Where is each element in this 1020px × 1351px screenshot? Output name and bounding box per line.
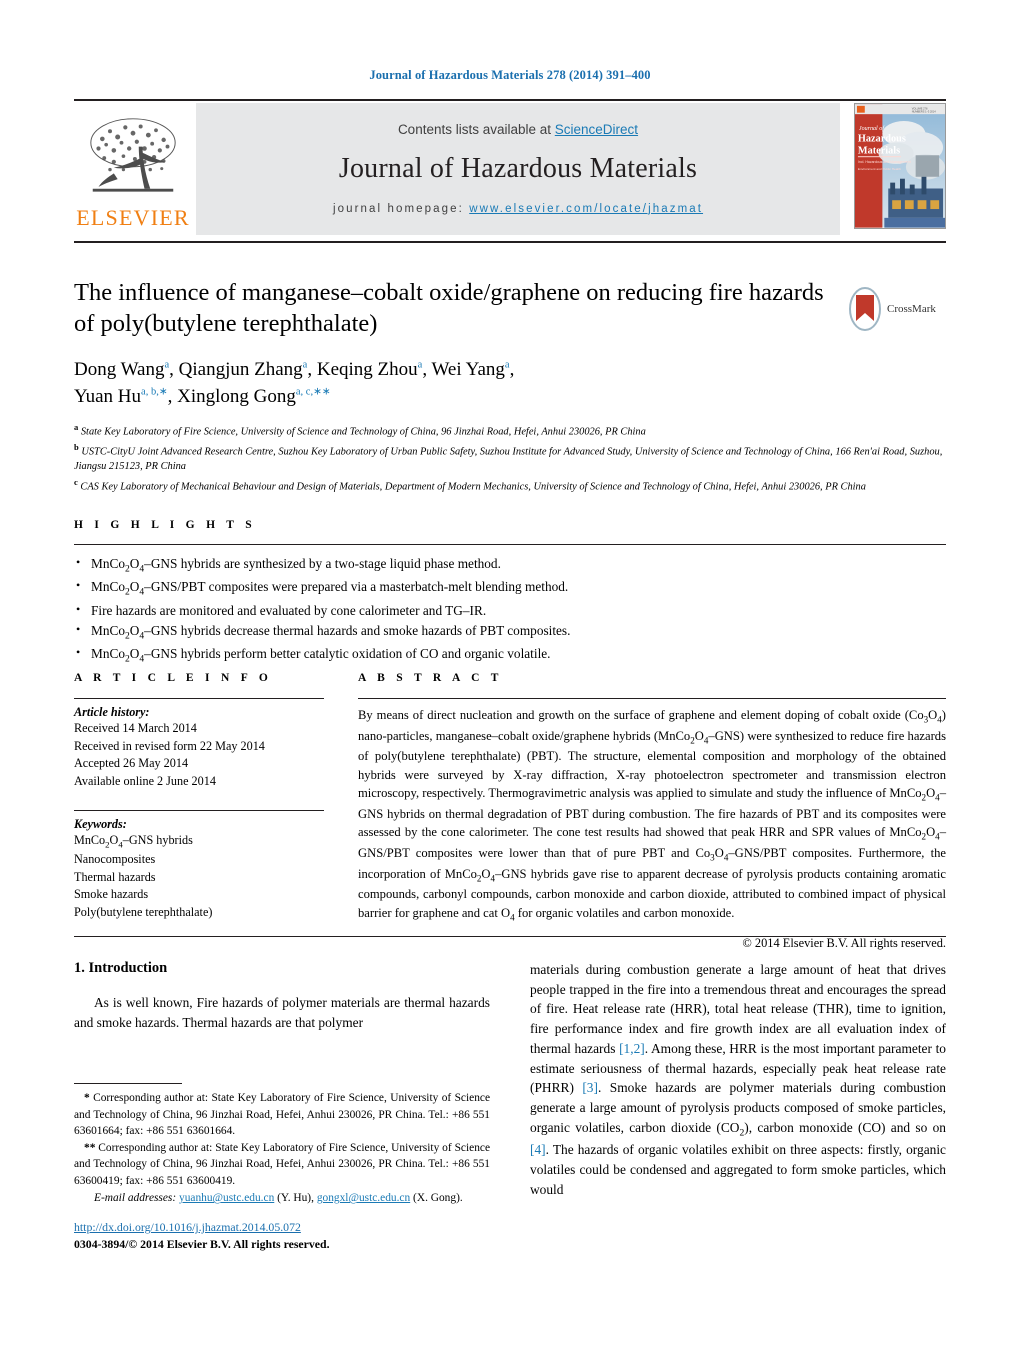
svg-text:NUMBERS 1–3 2014: NUMBERS 1–3 2014 [912, 111, 937, 114]
body-column-right: materials during combustion generate a l… [530, 960, 946, 1200]
footnote-rule [74, 1083, 182, 1084]
email-owner-gong: (X. Gong). [413, 1192, 463, 1205]
crossmark-icon [849, 287, 881, 331]
issn-copyright-line: 0304-3894/© 2014 Elsevier B.V. All right… [74, 1237, 330, 1251]
running-head: Journal of Hazardous Materials 278 (2014… [369, 68, 651, 82]
masthead-bottom-rule [74, 241, 946, 243]
keyword-item: Smoke hazards [74, 887, 149, 902]
email-link-hu[interactable]: yuanhu@ustc.edu.cn [179, 1192, 274, 1204]
affiliation-a-text: State Key Laboratory of Fire Science, Un… [80, 426, 646, 438]
svg-text:Environment and Public Health: Environment and Public Health [858, 167, 901, 171]
highlight-item: Fire hazards are monitored and evaluated… [74, 600, 946, 621]
doi-link[interactable]: http://dx.doi.org/10.1016/j.jhazmat.2014… [74, 1220, 301, 1234]
highlight-item: MnCo2O4–GNS hybrids decrease thermal haz… [74, 620, 946, 644]
journal-masthead: ELSEVIER Contents lists available at Sci… [74, 99, 946, 235]
title-block: The influence of manganese–cobalt oxide/… [74, 278, 946, 496]
elsevier-wordmark: ELSEVIER [76, 205, 190, 230]
affiliation-a: a State Key Laboratory of Fire Science, … [74, 421, 946, 440]
keyword-item: Thermal hazards [74, 869, 156, 884]
footnote-block: * Corresponding author at: State Key Lab… [74, 1083, 490, 1207]
keyword-item: Poly(butylene terephthalate) [74, 904, 213, 919]
crossmark-badge[interactable]: CrossMark [848, 283, 948, 335]
keyword-item: Nanocomposites [74, 851, 156, 866]
email-owner-hu: (Y. Hu), [277, 1192, 314, 1205]
keywords-rule [74, 809, 324, 811]
svg-text:Incl. Hazardous and Management: Incl. Hazardous and Management [858, 160, 911, 164]
affiliation-c-text: CAS Key Laboratory of Mechanical Behavio… [80, 481, 866, 493]
highlight-item: MnCo2O4–GNS/PBT composites were prepared… [74, 576, 946, 600]
svg-text:Hazardous: Hazardous [858, 134, 906, 145]
history-revised: Received in revised form 22 May 2014 [74, 738, 265, 753]
masthead-center: Contents lists available at ScienceDirec… [196, 103, 840, 235]
footnote-email-line: E-mail addresses: yuanhu@ustc.edu.cn (Y.… [74, 1190, 490, 1207]
history-accepted: Accepted 26 May 2014 [74, 756, 189, 771]
homepage-prefix: journal homepage: [332, 202, 470, 215]
affiliation-list: a State Key Laboratory of Fire Science, … [74, 421, 946, 495]
abstract-heading: A B S T R A C T [358, 672, 503, 684]
highlights-section: H I G H L I G H T S MnCo2O4–GNS hybrids … [74, 519, 946, 668]
highlight-item: MnCo2O4–GNS hybrids are synthesized by a… [74, 553, 946, 577]
abstract-section: A B S T R A C T By means of direct nucle… [358, 672, 946, 951]
section-divider-rule [74, 936, 946, 937]
abstract-body: By means of direct nucleation and growth… [358, 708, 946, 923]
affiliation-c-label: c [74, 476, 78, 487]
svg-text:Journal of: Journal of [859, 125, 885, 132]
highlight-item: MnCo2O4–GNS hybrids perform better catal… [74, 643, 946, 667]
svg-text:Materials: Materials [858, 145, 900, 156]
email-addresses-label: E-mail addresses: [94, 1192, 177, 1205]
footnote-corresponding-author-2: ** Corresponding author at: State Key La… [74, 1141, 490, 1187]
copyright-line: © 2014 Elsevier B.V. All rights reserved… [742, 936, 946, 951]
article-info-heading: A R T I C L E I N F O [74, 672, 273, 684]
article-history-label: Article history: [74, 705, 150, 719]
journal-homepage-link[interactable]: www.elsevier.com/locate/jhazmat [469, 203, 703, 215]
author-list: Dong Wanga, Qiangjun Zhanga, Keqing Zhou… [74, 358, 515, 407]
affiliation-b: b USTC-CityU Joint Advanced Research Cen… [74, 441, 946, 475]
journal-homepage-line: journal homepage: www.elsevier.com/locat… [333, 203, 703, 215]
affiliation-b-text: USTC-CityU Joint Advanced Research Centr… [74, 446, 943, 473]
introduction-paragraph-left: As is well known, Fire hazards of polyme… [74, 995, 490, 1030]
paper-page: Journal of Hazardous Materials 278 (2014… [0, 0, 1020, 1351]
affiliation-b-label: b [74, 441, 79, 452]
highlights-list: MnCo2O4–GNS hybrids are synthesized by a… [74, 545, 946, 668]
keywords-label: Keywords: [74, 816, 127, 831]
contents-available-line: Contents lists available at ScienceDirec… [398, 122, 638, 137]
contents-prefix: Contents lists available at [397, 121, 555, 137]
elsevier-logo: ELSEVIER [74, 103, 192, 235]
crossmark-label: CrossMark [887, 303, 936, 315]
email-link-gong[interactable]: gongxl@ustc.edu.cn [317, 1192, 410, 1204]
history-online: Available online 2 June 2014 [74, 774, 216, 789]
highlights-heading: H I G H L I G H T S [74, 519, 256, 531]
article-info-section: A R T I C L E I N F O Article history: R… [74, 672, 324, 922]
journal-cover-image: Journal of Hazardous Materials Incl. Haz… [854, 103, 946, 229]
introduction-heading: 1. Introduction [74, 960, 168, 976]
keyword-item: MnCo2O4–GNS hybrids [74, 832, 193, 850]
affiliation-c: c CAS Key Laboratory of Mechanical Behav… [74, 476, 946, 495]
introduction-paragraph-right: materials during combustion generate a l… [530, 962, 946, 1197]
sciencedirect-link[interactable]: ScienceDirect [555, 122, 638, 137]
article-info-rule [74, 698, 324, 699]
footer-block: http://dx.doi.org/10.1016/j.jhazmat.2014… [74, 1218, 490, 1252]
journal-cover-thumbnail: Journal of Hazardous Materials Incl. Haz… [846, 103, 946, 235]
body-column-left: 1. Introduction As is well known, Fire h… [74, 960, 490, 1032]
history-received: Received 14 March 2014 [74, 721, 197, 735]
journal-title: Journal of Hazardous Materials [338, 152, 698, 184]
footnote-corresponding-author-1: * Corresponding author at: State Key Lab… [74, 1092, 490, 1138]
abstract-rule [358, 698, 946, 699]
affiliation-a-label: a [74, 421, 79, 432]
elsevier-tree-icon [90, 118, 176, 192]
article-title: The influence of manganese–cobalt oxide/… [74, 279, 824, 337]
